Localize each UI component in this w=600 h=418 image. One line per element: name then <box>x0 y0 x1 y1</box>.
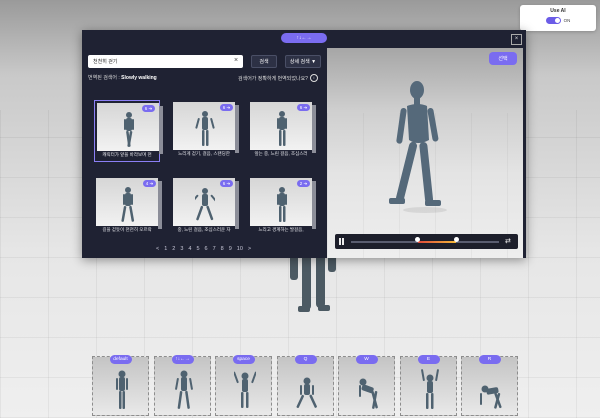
character-figure <box>175 370 193 409</box>
motion-caption: 느리게 걷기, 걸음, 스탠딩한 <box>178 151 230 156</box>
motion-preview[interactable]: 선택 ⇄ <box>327 48 523 258</box>
motion-caption: 캐릭터가 앞을 바라보며 천 <box>102 152 152 157</box>
character-figure <box>116 370 128 409</box>
select-button[interactable]: 선택 <box>489 52 517 65</box>
preview-character <box>389 81 447 213</box>
shortcut-tile[interactable]: E <box>400 355 457 416</box>
play-count-badge[interactable]: 6 ➔ <box>142 105 155 112</box>
play-count-badge[interactable]: 6 ➔ <box>297 104 310 111</box>
page-8[interactable]: 8 <box>221 246 224 252</box>
character-figure <box>195 188 215 221</box>
motion-card[interactable]: 6 ➔ 느리게 걷기, 걸음, 스탠딩한 <box>171 100 239 162</box>
motion-caption: 길을 걷듯이 천천히 오르락 <box>102 227 152 232</box>
page-1[interactable]: 1 <box>164 246 167 252</box>
motion-card[interactable]: 6 ➔ 중, 느린 걸음, 조심스러운 자 <box>171 176 239 238</box>
page-9[interactable]: 9 <box>229 246 232 252</box>
search-button[interactable]: 검색 <box>251 55 277 68</box>
range-end-handle[interactable] <box>453 237 459 242</box>
character-figure <box>421 369 439 409</box>
motion-search-dialog: × × 검색 상세 검색 ▼ 번역된 검색어 : Slowly walking … <box>82 30 526 258</box>
close-button[interactable]: × <box>511 34 522 45</box>
character-figure <box>296 377 317 408</box>
character-figure <box>277 187 287 222</box>
motion-caption: 중, 느린 걸음, 조심스러운 자 <box>177 227 231 232</box>
translation-help[interactable]: 검색어가 정확하게 번역되었나요? i <box>238 74 318 82</box>
play-count-badge[interactable]: 6 ➔ <box>220 180 233 187</box>
character-figure <box>359 378 378 409</box>
motion-caption: 앞는 중, 느린 걸음, 조심스러 <box>254 151 308 156</box>
page-3[interactable]: 3 <box>180 246 183 252</box>
use-ai-title: Use AI <box>550 8 566 14</box>
shortcut-key-label: ↑↓←→ <box>171 355 194 364</box>
shortcut-key-label: W <box>355 355 378 364</box>
shortcut-tile[interactable]: default <box>92 355 149 416</box>
character-figure <box>124 112 134 147</box>
play-count-badge[interactable]: 4 ➔ <box>143 180 156 187</box>
use-ai-toggle[interactable] <box>545 17 561 24</box>
character-figure <box>195 111 215 146</box>
shortcut-tile[interactable]: W <box>338 355 395 416</box>
page-6[interactable]: 6 <box>205 246 208 252</box>
use-ai-panel: Use AI ON <box>520 5 596 31</box>
character-figure <box>121 187 135 222</box>
motion-card[interactable]: 6 ➔ 캐릭터가 앞을 바라보며 천 <box>94 100 163 162</box>
dialog-tab-arrows[interactable]: ↑↓←→ <box>281 33 327 43</box>
page-prev[interactable]: < <box>156 246 159 252</box>
shortcut-key-label: E <box>417 355 440 364</box>
timeline-track[interactable] <box>351 237 499 243</box>
shortcut-tile[interactable]: ↑↓←→ <box>154 355 211 416</box>
page-5[interactable]: 5 <box>196 246 199 252</box>
motion-caption: 느리고 경계하는 발걸음, <box>258 227 304 232</box>
shortcut-key-label: Q <box>294 355 317 364</box>
translation-help-text: 검색어가 정확하게 번역되었나요? <box>238 75 308 82</box>
page-7[interactable]: 7 <box>213 246 216 252</box>
pagination: < 1 2 3 4 5 6 7 8 9 10 > <box>156 246 251 252</box>
motion-card[interactable]: 6 ➔ 앞는 중, 느린 걸음, 조심스러 <box>248 100 316 162</box>
motion-card[interactable]: 4 ➔ 길을 걷듯이 천천히 오르락 <box>94 176 162 238</box>
detail-search-dropdown[interactable]: 상세 검색 ▼ <box>285 55 321 68</box>
pause-icon[interactable] <box>339 238 345 245</box>
page-2[interactable]: 2 <box>172 246 175 252</box>
shortcut-tile[interactable]: R <box>461 355 518 416</box>
shortcut-tile[interactable]: space <box>215 355 272 416</box>
page-10[interactable]: 10 <box>237 246 243 252</box>
character-figure <box>277 111 287 146</box>
translated-prefix: 번역된 검색어 : <box>88 75 120 81</box>
loop-icon[interactable]: ⇄ <box>505 238 513 245</box>
background-character <box>290 250 336 312</box>
translated-query-text: Slowly walking <box>121 75 157 81</box>
page-next[interactable]: > <box>248 246 251 252</box>
translated-query: 번역된 검색어 : Slowly walking <box>88 74 157 81</box>
page-4[interactable]: 4 <box>188 246 191 252</box>
shortcut-key-label: space <box>232 355 255 364</box>
play-count-badge[interactable]: 2 ➔ <box>297 180 310 187</box>
timeline[interactable]: ⇄ <box>335 234 518 249</box>
use-ai-state: ON <box>563 18 571 23</box>
play-count-badge[interactable]: 6 ➔ <box>220 104 233 111</box>
character-figure <box>234 371 256 408</box>
character-figure <box>480 385 502 409</box>
shortcut-key-label: R <box>478 355 501 364</box>
search-input[interactable] <box>88 55 243 68</box>
shortcut-key-label: default <box>109 355 132 364</box>
info-icon[interactable]: i <box>309 74 318 82</box>
shortcut-tile[interactable]: Q <box>277 355 334 416</box>
clear-search-icon[interactable]: × <box>234 57 238 65</box>
timeline-range <box>417 241 457 243</box>
motion-card[interactable]: 2 ➔ 느리고 경계하는 발걸음, <box>248 176 316 238</box>
